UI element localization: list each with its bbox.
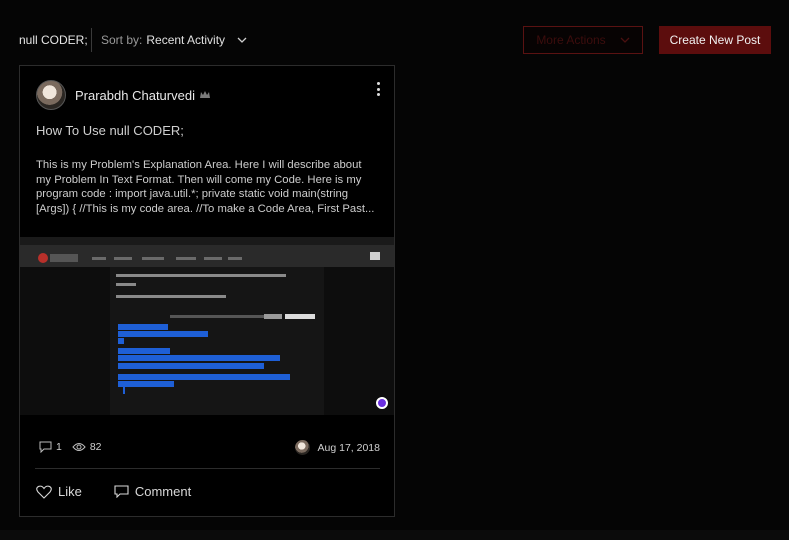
card-divider: [35, 468, 380, 469]
chevron-down-icon: [237, 37, 247, 43]
chevron-down-icon: [620, 37, 630, 43]
post-title[interactable]: How To Use null CODER;: [36, 123, 184, 138]
comment-button[interactable]: Comment: [114, 484, 191, 499]
comment-icon: [39, 441, 52, 453]
preview-selection: [118, 324, 168, 330]
category-label: null CODER;: [19, 33, 88, 47]
excerpt-line: program code : import java.util.*; priva…: [36, 188, 349, 201]
preview-cursor: [123, 382, 125, 394]
footer-strip: [0, 530, 789, 540]
heart-icon: [36, 485, 52, 499]
more-actions-label: More Actions: [536, 33, 606, 47]
post-meta: Aug 17, 2018: [294, 440, 380, 455]
post-stats: 1 82: [39, 441, 112, 453]
view-count-value: 82: [89, 441, 102, 453]
preview-back-icon: [370, 252, 380, 260]
comment-label: Comment: [134, 484, 192, 499]
like-label: Like: [58, 484, 82, 499]
like-button[interactable]: Like: [36, 484, 82, 499]
preview-logo-text: [50, 254, 78, 262]
eye-icon: [72, 443, 86, 451]
preview-nav-item: [142, 257, 164, 260]
create-new-post-button[interactable]: Create New Post: [659, 26, 771, 54]
preview-topline: [20, 237, 394, 245]
sort-value: Recent Activity: [146, 33, 226, 47]
excerpt-line: [Args]) { //This is my code area. //To m…: [36, 202, 375, 215]
preview-selection: [118, 363, 264, 369]
sort-dropdown[interactable]: Sort by: Recent Activity: [101, 33, 247, 47]
preview-text-line: [116, 295, 226, 298]
crown-icon: [199, 91, 210, 98]
comment-icon: [114, 485, 129, 498]
avatar[interactable]: [294, 440, 310, 455]
forum-toolbar: null CODER; Sort by: Recent Activity Mor…: [0, 26, 789, 56]
preview-nav-item: [176, 257, 196, 260]
more-actions-button[interactable]: More Actions: [523, 26, 643, 54]
preview-text-line: [116, 274, 286, 277]
preview-nav-item: [114, 257, 132, 260]
kebab-dot: [376, 93, 380, 96]
preview-selection: [118, 348, 170, 354]
comment-count-value: 1: [56, 441, 62, 453]
kebab-dot: [376, 87, 380, 91]
avatar[interactable]: [36, 80, 66, 110]
preview-selection: [118, 381, 174, 387]
post-card[interactable]: Prarabdh Chaturvedi How To Use null CODE…: [19, 65, 395, 517]
kebab-icon[interactable]: [376, 82, 380, 96]
preview-body: [110, 267, 324, 415]
post-excerpt[interactable]: This is my Problem's Explanation Area. H…: [36, 158, 380, 216]
preview-badge-icon: [376, 397, 388, 409]
view-count: 82: [72, 441, 102, 453]
excerpt-line: This is my Problem's Explanation Area. H…: [36, 159, 362, 171]
post-image-preview[interactable]: [20, 237, 394, 415]
preview-nav-item: [228, 257, 242, 260]
post-actions: Like Comment: [36, 484, 223, 499]
preview-text-line: [116, 283, 136, 286]
sort-prefix: Sort by:: [101, 33, 143, 47]
preview-label: [285, 314, 315, 319]
preview-selection: [118, 338, 124, 344]
preview-selection: [118, 331, 208, 337]
create-new-post-label: Create New Post: [669, 33, 761, 47]
post-date: Aug 17, 2018: [317, 441, 380, 454]
preview-logo: [38, 253, 48, 263]
preview-selection: [118, 355, 280, 361]
kebab-dot: [376, 82, 380, 85]
comment-count[interactable]: 1: [39, 441, 62, 453]
author-name[interactable]: Prarabdh Chaturvedi: [75, 88, 195, 103]
preview-nav-item: [92, 257, 106, 260]
preview-toolbar: [170, 315, 264, 318]
post-author[interactable]: Prarabdh Chaturvedi: [36, 80, 210, 110]
preview-arrow: [264, 314, 282, 319]
preview-selection: [118, 374, 290, 380]
excerpt-line: my Problem In Text Format. Then will com…: [36, 173, 362, 186]
preview-nav-item: [204, 257, 222, 260]
toolbar-divider: [91, 28, 92, 52]
